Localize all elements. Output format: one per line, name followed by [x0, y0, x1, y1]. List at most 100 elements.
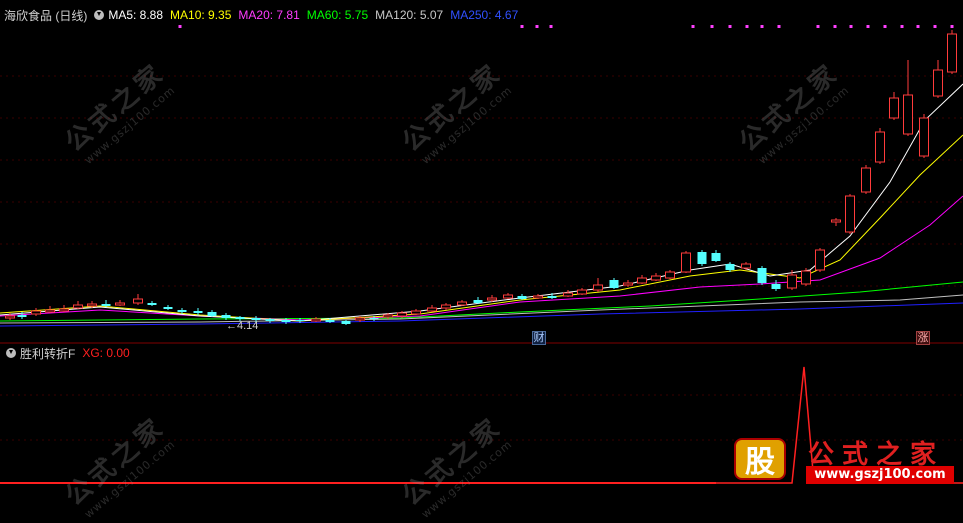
ma20-label: MA20: 7.81	[238, 8, 300, 22]
kline-chart[interactable]	[0, 0, 963, 488]
candle-body	[503, 294, 513, 299]
candle-body	[903, 94, 913, 135]
candle-body	[163, 307, 173, 309]
indicator-name[interactable]: 胜利转折F	[20, 345, 75, 362]
candle-body	[609, 280, 619, 288]
signal-dot	[777, 25, 781, 28]
signal-dots	[178, 25, 954, 28]
stock-title[interactable]: 海欣食品 (日线)	[4, 7, 87, 24]
indicator-header: 胜利转折F XG: 0.00	[0, 344, 137, 362]
candle-body	[133, 298, 143, 304]
candle-body	[369, 318, 379, 319]
candle-body	[593, 284, 603, 291]
signal-dot	[745, 25, 749, 28]
candle-body	[889, 97, 899, 119]
candle-body	[325, 320, 335, 322]
candle-body	[741, 263, 751, 269]
candle-body	[473, 300, 483, 303]
candle-body	[87, 303, 97, 307]
candle-body	[933, 69, 943, 97]
candle-body	[235, 317, 245, 319]
candle-body	[711, 253, 721, 261]
ma5-label: MA5: 8.88	[108, 8, 164, 22]
xg-value: XG: 0.00	[82, 346, 130, 360]
candle-body	[115, 302, 125, 306]
candle-body	[577, 289, 587, 295]
candle-body	[623, 282, 633, 286]
candle-body	[147, 303, 157, 305]
signal-dot	[760, 25, 764, 28]
ma120-line	[0, 294, 963, 324]
ma250-label: MA250: 4.67	[450, 8, 519, 22]
candle-body	[875, 131, 885, 163]
candle-body	[771, 284, 781, 289]
limit-up-marker[interactable]: 涨	[916, 331, 930, 345]
candle-body	[563, 292, 573, 297]
candle-body	[31, 310, 41, 315]
candle-body	[665, 271, 675, 279]
candle-body	[355, 317, 365, 321]
candle-body	[681, 252, 691, 273]
signal-dot	[849, 25, 853, 28]
signal-dot	[520, 25, 524, 28]
signal-dot	[950, 25, 954, 28]
candle-body	[725, 264, 735, 270]
ma10-line	[0, 134, 963, 322]
candle-body	[341, 321, 351, 324]
candle-body	[101, 304, 111, 306]
candle-body	[533, 295, 543, 299]
candle-body	[59, 308, 69, 312]
candle-body	[757, 268, 767, 283]
settings-icon[interactable]	[94, 10, 105, 20]
candle-body	[637, 277, 647, 284]
candle-body	[787, 274, 797, 289]
candle-body	[265, 319, 275, 321]
candle-body	[801, 270, 811, 285]
candle-body	[311, 318, 321, 322]
ma10-label: MA10: 9.35	[170, 8, 232, 22]
candle-body	[295, 320, 305, 321]
logo-url: www.gszj100.com	[806, 466, 954, 484]
settings-icon[interactable]	[6, 348, 16, 358]
low-price-label: ←4.14	[226, 320, 259, 332]
candle-body	[73, 304, 83, 309]
signal-dot	[728, 25, 732, 28]
candle-body	[441, 304, 451, 309]
logo-badge: 股	[734, 438, 786, 480]
candle-body	[697, 252, 707, 264]
main-chart-header: 海欣食品 (日线) MA5: 8.88 MA10: 9.35 MA20: 7.8…	[0, 6, 525, 24]
candle-body	[411, 310, 421, 315]
candle-body	[281, 320, 291, 322]
candle-body	[517, 296, 527, 299]
candle-body	[45, 309, 55, 313]
signal-dot	[916, 25, 920, 28]
candle-body	[5, 315, 15, 319]
signal-dot	[833, 25, 837, 28]
signal-dot	[178, 25, 182, 28]
candle-body	[487, 297, 497, 301]
signal-dot	[691, 25, 695, 28]
candle-body	[815, 249, 825, 271]
site-logo: 股 公式之家 www.gszj100.com	[722, 432, 963, 488]
candle-body	[383, 314, 393, 318]
candle-body	[831, 219, 841, 223]
signal-dot	[933, 25, 937, 28]
candle-body	[397, 312, 407, 317]
ma60-label: MA60: 5.75	[306, 8, 369, 22]
finance-marker[interactable]: 财	[532, 331, 546, 345]
signal-dot	[549, 25, 553, 28]
candle-body	[457, 301, 467, 306]
ma120-label: MA120: 5.07	[375, 8, 444, 22]
signal-dot	[883, 25, 887, 28]
signal-dot	[710, 25, 714, 28]
candle-body	[845, 195, 855, 233]
signal-dot	[866, 25, 870, 28]
candle-body	[221, 315, 231, 318]
candle-body	[193, 311, 203, 313]
candle-body	[919, 117, 929, 157]
signal-dot	[535, 25, 539, 28]
candle-body	[177, 310, 187, 312]
candle-body	[207, 312, 217, 316]
candle-body	[547, 296, 557, 298]
signal-dot	[816, 25, 820, 28]
